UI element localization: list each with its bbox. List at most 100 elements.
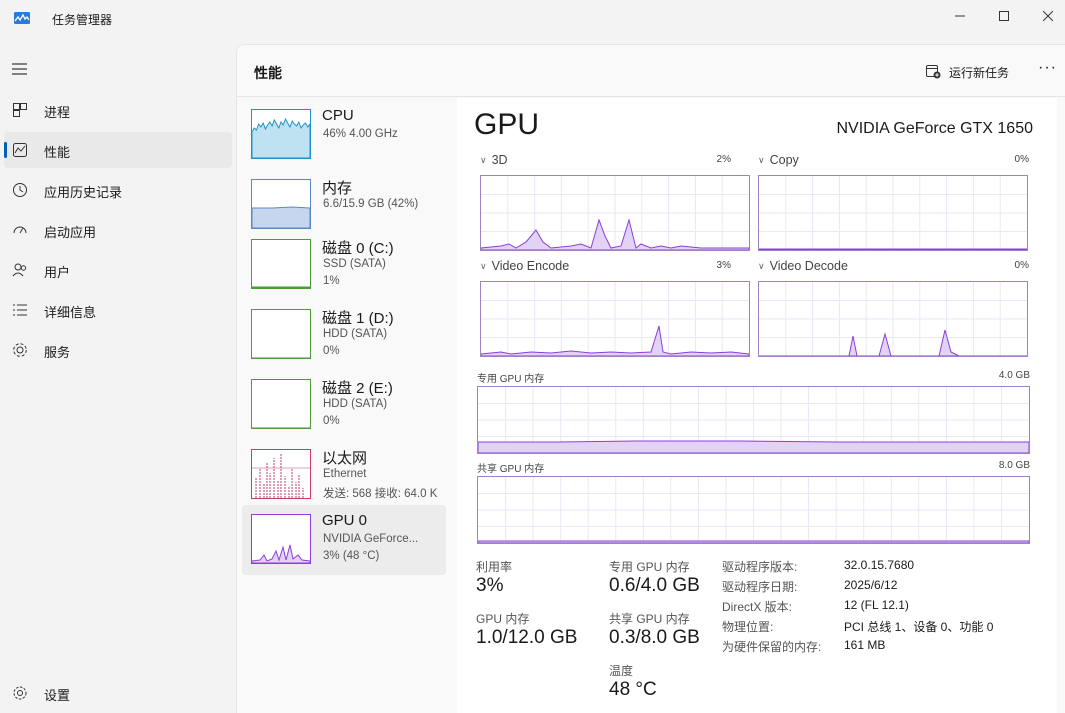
sidebar-item-label: 应用历史记录 <box>44 185 123 200</box>
device-item[interactable]: 磁盘 2 (E:) HDD (SATA) 0% <box>242 370 446 440</box>
startup-icon <box>12 222 28 238</box>
sidebar-item-label: 详细信息 <box>44 305 97 320</box>
chevron-down-icon: ∨ <box>758 154 765 165</box>
info-key: 为硬件保留的内存: <box>722 640 822 654</box>
performance-icon <box>12 142 28 158</box>
device-subtitle: HDD (SATA) <box>323 398 388 410</box>
engine-video-decode-graph <box>758 281 1028 357</box>
run-task-icon <box>925 63 941 82</box>
device-name: 磁盘 0 (C:) <box>322 240 394 257</box>
engine-percent: 0% <box>1014 260 1029 271</box>
sidebar: 进程 性能 应用历史记录 启动应用 用户 详细信息 服务 设置 <box>0 40 236 713</box>
sidebar-item-startup[interactable]: 启动应用 <box>4 212 232 248</box>
sidebar-item-details[interactable]: 详细信息 <box>4 292 232 328</box>
chevron-down-icon: ∨ <box>758 260 765 271</box>
users-icon <box>12 262 28 278</box>
temperature-label: 温度 <box>609 664 634 678</box>
device-subtitle: Ethernet <box>323 468 367 480</box>
device-detail: 发送: 568 接收: 64.0 K <box>323 488 438 500</box>
gpu-model-name: NVIDIA GeForce GTX 1650 <box>836 120 1033 137</box>
sidebar-item-label: 服务 <box>44 345 71 360</box>
sidebar-item-users[interactable]: 用户 <box>4 252 232 288</box>
device-thumbnail-graph <box>251 109 311 159</box>
device-subtitle: SSD (SATA) <box>323 258 386 270</box>
engine-label: Video Encode <box>491 259 570 273</box>
sidebar-item-label: 用户 <box>44 265 71 280</box>
engine-label: 3D <box>491 153 508 167</box>
device-item[interactable]: 磁盘 0 (C:) SSD (SATA) 1% <box>242 230 446 300</box>
gpu-title: GPU <box>474 108 540 141</box>
device-detail: 0% <box>323 345 340 357</box>
device-item[interactable]: 磁盘 1 (D:) HDD (SATA) 0% <box>242 300 446 370</box>
info-value: PCI 总线 1、设备 0、功能 0 <box>844 620 994 634</box>
sidebar-item-performance[interactable]: 性能 <box>4 132 232 168</box>
device-name: GPU 0 <box>322 512 368 529</box>
close-icon[interactable] <box>1025 0 1065 32</box>
device-item[interactable]: GPU 0 NVIDIA GeForce... 3% (48 °C) <box>242 505 446 575</box>
app-history-icon <box>12 182 28 198</box>
engine-video-encode-selector[interactable]: ∨ Video Encode <box>480 259 569 273</box>
device-detail: 1% <box>323 275 340 287</box>
sidebar-item-processes[interactable]: 进程 <box>4 92 232 128</box>
shared-memory-stat-value: 0.3/8.0 GB <box>609 627 700 648</box>
device-subtitle: HDD (SATA) <box>323 328 388 340</box>
sidebar-item-app-history[interactable]: 应用历史记录 <box>4 172 232 208</box>
dedicated-memory-graph <box>477 386 1030 454</box>
sidebar-item-label: 启动应用 <box>44 225 97 240</box>
title-bar: 任务管理器 <box>0 0 1065 40</box>
device-subtitle: 46% 4.00 GHz <box>323 128 398 140</box>
dedicated-memory-stat-value: 0.6/4.0 GB <box>609 575 700 596</box>
details-icon <box>12 302 28 318</box>
chevron-down-icon: ∨ <box>480 154 487 165</box>
gpu-detail-panel: GPU NVIDIA GeForce GTX 1650 ∨ 3D 2% ∨ Copy… <box>457 98 1057 713</box>
device-name: 以太网 <box>322 450 368 467</box>
page-header: 性能 运行新任务 ··· <box>237 45 1065 97</box>
engine-3d-graph <box>480 175 750 251</box>
temperature-value: 48 °C <box>609 679 657 700</box>
run-new-task-button[interactable]: 运行新任务 <box>925 61 1009 83</box>
main-panel: 性能 运行新任务 ··· CPU 46% 4.00 GHz 内存 6.6/15.9 G… <box>236 44 1065 713</box>
device-name: 磁盘 1 (D:) <box>322 310 394 327</box>
info-key: DirectX 版本: <box>722 600 793 614</box>
info-value: 2025/6/12 <box>844 578 898 592</box>
gear-icon <box>12 685 28 701</box>
shared-memory-label: 共享 GPU 内存 <box>477 464 545 475</box>
device-name: 内存 <box>322 180 353 197</box>
minimize-icon[interactable] <box>937 0 983 32</box>
sidebar-item-label: 进程 <box>44 105 71 120</box>
device-thumbnail-graph <box>251 449 311 499</box>
device-detail: 0% <box>323 415 340 427</box>
device-thumbnail-graph <box>251 309 311 359</box>
maximize-icon[interactable] <box>981 0 1027 32</box>
info-value: 12 (FL 12.1) <box>844 598 909 612</box>
sidebar-item-settings[interactable]: 设置 <box>4 675 232 711</box>
engine-video-encode-graph <box>480 281 750 357</box>
services-icon <box>12 342 28 358</box>
info-key: 物理位置: <box>722 620 774 634</box>
hamburger-menu-icon[interactable] <box>11 62 29 81</box>
device-name: 磁盘 2 (E:) <box>322 380 393 397</box>
engine-percent: 3% <box>716 260 731 271</box>
engine-label: Video Decode <box>769 259 848 273</box>
dedicated-memory-max: 4.0 GB <box>998 370 1030 381</box>
active-indicator <box>4 142 7 158</box>
info-key: 驱动程序日期: <box>722 580 798 594</box>
engine-video-decode-selector[interactable]: ∨ Video Decode <box>758 259 848 273</box>
utilization-label: 利用率 <box>476 560 513 574</box>
device-item[interactable]: 以太网 Ethernet 发送: 568 接收: 64.0 K <box>242 440 446 510</box>
more-options-icon[interactable]: ··· <box>1038 59 1057 77</box>
run-new-task-label: 运行新任务 <box>949 65 1010 80</box>
chevron-down-icon: ∨ <box>480 260 487 271</box>
dedicated-memory-label: 专用 GPU 内存 <box>477 374 545 385</box>
shared-memory-max: 8.0 GB <box>998 460 1030 471</box>
engine-copy-selector[interactable]: ∨ Copy <box>758 153 799 167</box>
sidebar-item-label: 性能 <box>44 145 71 160</box>
device-thumbnail-graph <box>251 379 311 429</box>
engine-3d-selector[interactable]: ∨ 3D <box>480 153 508 167</box>
device-item[interactable]: CPU 46% 4.00 GHz <box>242 100 446 170</box>
page-title: 性能 <box>254 65 282 81</box>
sidebar-item-services[interactable]: 服务 <box>4 332 232 368</box>
device-subtitle: 6.6/15.9 GB (42%) <box>323 198 419 210</box>
engine-percent: 2% <box>716 154 731 165</box>
shared-memory-graph <box>477 476 1030 544</box>
